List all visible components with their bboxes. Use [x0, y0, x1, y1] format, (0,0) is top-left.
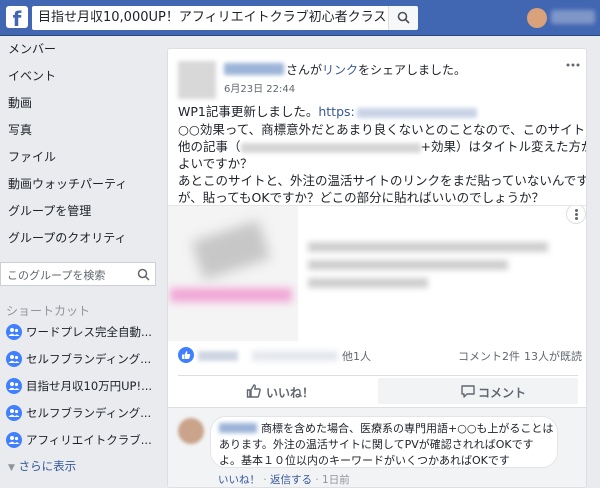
group-icon [6, 378, 22, 394]
facebook-logo-icon[interactable]: f [6, 6, 28, 28]
preview-text-blur [308, 278, 428, 288]
show-more-label: さらに表示 [18, 459, 77, 473]
sidebar-item-photos[interactable]: 写真 [8, 121, 32, 138]
shortcut-item[interactable]: 目指せ月収10万円UP!... [4, 377, 164, 395]
search-icon[interactable] [137, 268, 150, 281]
top-navigation-bar: f 目指せ月収10,000UP！アフィリエイトクラブ初心者クラス [0, 0, 600, 36]
sidebar-item-watch-party[interactable]: 動画ウォッチパーティ [8, 175, 127, 192]
post-timestamp[interactable]: 6月23日 22:44 [224, 80, 295, 95]
reactor-names-blurred[interactable] [198, 351, 238, 361]
comments-section: 商標を含めた場合、医療系の専門用語+○○も上がることは あります。外注の温活サイ… [168, 407, 586, 487]
like-button[interactable]: いいね！ [178, 378, 378, 404]
commenter-avatar[interactable] [178, 418, 204, 444]
shared-link-text[interactable]: リンク [322, 63, 358, 77]
preview-image-blur [191, 220, 271, 280]
comment-actions: いいね！ · 返信する · 1日前 [218, 472, 350, 487]
preview-image-banner [170, 288, 292, 302]
post-header-suffix: をシェアしました。 [358, 63, 467, 77]
sidebar-item-events[interactable]: イベント [8, 67, 56, 84]
group-icon [6, 432, 22, 448]
shortcut-label: アフィリエイトクラブ... [26, 433, 152, 447]
post-actions: いいね！ コメント [178, 375, 578, 405]
shortcut-label: ワードプレス完全自動... [26, 325, 152, 339]
post-body-line: が、貼ってもOKですか？どこの部分に貼ればいいのでしょうか？ [178, 190, 545, 205]
shortcut-item[interactable]: セルフブランディング... [4, 350, 164, 368]
shortcuts-heading: ショートカット [6, 304, 91, 318]
user-name-blurred[interactable] [551, 10, 595, 24]
comment-timestamp[interactable]: 1日前 [322, 474, 350, 486]
sidebar-item-files[interactable]: ファイル [8, 148, 56, 165]
group-search-placeholder: このグループを検索 [7, 269, 106, 282]
post-header: さんがリンクをシェアしました。 [286, 61, 466, 78]
comment-text-line: よ。基本１０位以内のキーワードがいくつかあればOKです [219, 454, 510, 467]
group-icon [6, 351, 22, 367]
comment-text-line: あります。外注の温活サイトに関してPVが確認されればOKです [219, 438, 534, 451]
shortcut-item[interactable]: アフィリエイトクラブ... [4, 431, 164, 449]
comment-button-label: コメント [478, 386, 527, 400]
shortcut-label: 目指せ月収10万円UP!... [26, 379, 153, 393]
sidebar-item-videos[interactable]: 動画 [8, 94, 32, 111]
shortcut-item[interactable]: ワードプレス完全自動... [4, 323, 164, 341]
group-search-input[interactable]: このグループを検索 [0, 262, 156, 286]
chevron-down-icon: ▼ [8, 463, 15, 473]
global-search-input[interactable]: 目指せ月収10,000UP！アフィリエイトクラブ初心者クラス [32, 6, 388, 30]
group-icon [6, 324, 22, 340]
reactor-names-blurred [252, 351, 338, 361]
author-avatar[interactable] [178, 61, 216, 99]
seen-count[interactable]: 13人が既読 [524, 348, 582, 364]
like-button-label: いいね！ [266, 386, 315, 400]
group-icon [6, 405, 22, 421]
more-options-icon[interactable] [565, 62, 581, 68]
comment-count[interactable]: コメント2件 [458, 348, 520, 364]
sidebar-item-members[interactable]: メンバー [8, 40, 56, 57]
comment-bubble: 商標を含めた場合、医療系の専門用語+○○も上がることは あります。外注の温活サイ… [210, 416, 558, 468]
post-card: さんがリンクをシェアしました。 6月23日 22:44 WP1記事更新しました。… [167, 48, 587, 488]
search-icon [397, 11, 410, 24]
link-preview[interactable] [168, 205, 586, 341]
shortcut-item[interactable]: セルフブランディング... [4, 404, 164, 422]
post-body-text: WP1記事更新しました。 [178, 104, 319, 119]
post-header-text: さんが [286, 63, 323, 77]
sidebar-item-group-quality[interactable]: グループのクオリティ [8, 229, 127, 246]
author-name-blurred[interactable] [224, 63, 284, 75]
shortcut-label: セルフブランディング... [26, 352, 152, 366]
group-sidebar: メンバー イベント 動画 写真 ファイル 動画ウォッチパーティ グループを管理 … [0, 36, 164, 488]
reactions-others-count[interactable]: 他1人 [342, 348, 371, 364]
post-body-line: WP1記事更新しました。https: [178, 101, 477, 120]
show-more-link[interactable]: ▼ さらに表示 [8, 458, 76, 474]
commenter-name-blurred[interactable] [219, 423, 257, 433]
comment-like-link[interactable]: いいね！ [218, 474, 260, 486]
blurred-text [240, 142, 421, 153]
separator: · [260, 474, 271, 486]
preview-text-blur [308, 260, 508, 270]
thumbs-up-icon [246, 384, 261, 398]
shortcut-label: セルフブランディング... [26, 406, 152, 420]
separator: · [312, 474, 323, 486]
comment-reply-link[interactable]: 返信する [270, 474, 312, 486]
post-body-text: +効果）はタイトル変えた方が [420, 139, 587, 154]
post-body-text: 他の記事（ [178, 139, 241, 154]
comment-bubble-icon [461, 385, 475, 398]
like-reaction-icon[interactable] [178, 347, 194, 363]
sidebar-item-manage-group[interactable]: グループを管理 [8, 202, 91, 219]
link-preview-image[interactable] [168, 206, 298, 341]
comment-button[interactable]: コメント [378, 378, 578, 404]
user-avatar[interactable] [527, 8, 547, 28]
preview-more-icon[interactable] [566, 206, 586, 224]
search-button[interactable] [388, 6, 418, 30]
preview-text-blur [308, 242, 548, 252]
blurred-url [356, 107, 477, 118]
post-url-link[interactable]: https: [318, 104, 354, 119]
comment-text-line: 商標を含めた場合、医療系の専門用語+○○も上がることは [261, 422, 554, 435]
